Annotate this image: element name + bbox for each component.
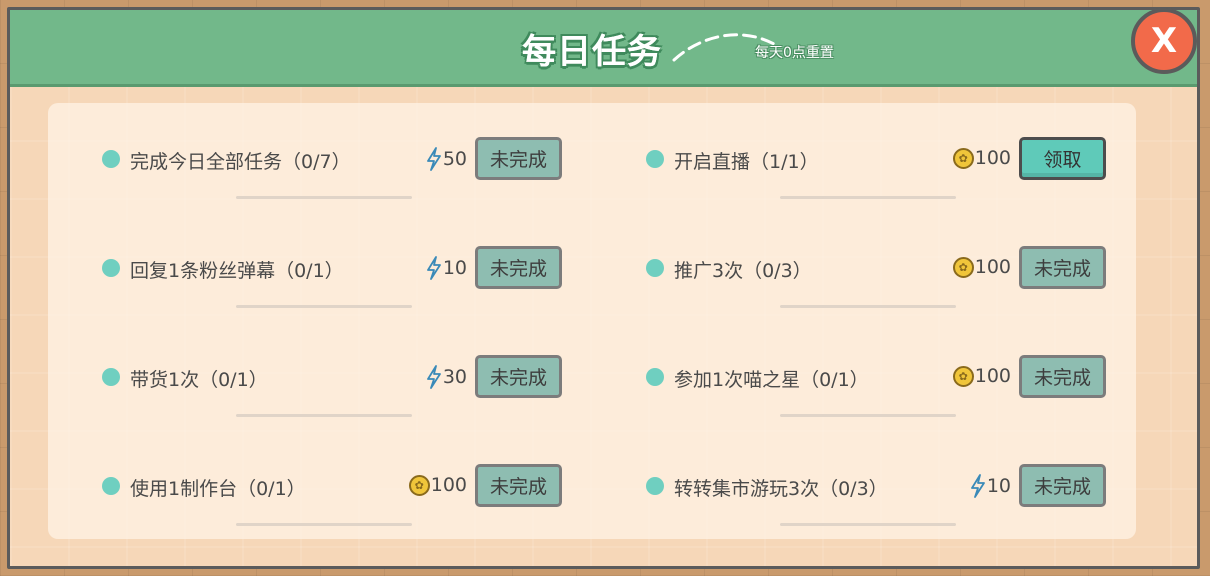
- task-reward: 30: [426, 365, 467, 389]
- task-label: 转转集市游玩3次（0/3）: [674, 478, 888, 500]
- task-status-button[interactable]: 未完成: [475, 246, 562, 289]
- progress-line: [780, 196, 956, 199]
- task-reward: 10: [426, 256, 467, 280]
- reward-amount: 50: [442, 148, 467, 170]
- energy-bolt-icon: [426, 147, 441, 171]
- panel-header: 每日任务 每天0点重置: [10, 10, 1197, 87]
- progress-line: [236, 305, 412, 308]
- bullet-dot-icon: [646, 477, 664, 495]
- task-label: 完成今日全部任务（0/7）: [130, 151, 351, 173]
- task-reward: ✿ 100: [952, 256, 1011, 278]
- energy-bolt-icon: [426, 365, 441, 389]
- reward-amount: 30: [442, 366, 467, 388]
- task-reward: 50: [426, 147, 467, 171]
- close-button[interactable]: X: [1131, 8, 1197, 74]
- task-item: 带货1次（0/1） 30 未完成: [102, 355, 562, 417]
- reward-amount: 10: [986, 475, 1011, 497]
- task-label: 回复1条粉丝弹幕（0/1）: [130, 260, 344, 282]
- claim-button[interactable]: 领取: [1019, 137, 1106, 180]
- coin-icon: ✿: [952, 147, 974, 169]
- panel-title: 每日任务: [522, 32, 662, 72]
- task-item: 使用1制作台（0/1） ✿ 100 未完成: [102, 464, 562, 526]
- reward-amount: 100: [974, 365, 1011, 387]
- bullet-dot-icon: [102, 477, 120, 495]
- task-status-button[interactable]: 未完成: [475, 137, 562, 180]
- bullet-dot-icon: [102, 150, 120, 168]
- bullet-dot-icon: [102, 368, 120, 386]
- task-label: 开启直播（1/1）: [674, 151, 819, 173]
- daily-tasks-panel: 每日任务 每天0点重置 完成今日全部任务（0/7） 50 未完成 开启直播（1/…: [7, 7, 1200, 569]
- progress-line: [236, 523, 412, 526]
- task-status-button[interactable]: 未完成: [1019, 355, 1106, 398]
- task-label: 推广3次（0/3）: [674, 260, 812, 282]
- task-item: 完成今日全部任务（0/7） 50 未完成: [102, 137, 562, 199]
- task-reward: ✿ 100: [952, 365, 1011, 387]
- reward-amount: 10: [442, 257, 467, 279]
- bullet-dot-icon: [646, 150, 664, 168]
- task-list: 完成今日全部任务（0/7） 50 未完成 开启直播（1/1） ✿ 100 领取 …: [48, 103, 1136, 539]
- energy-bolt-icon: [970, 474, 985, 498]
- task-item: 推广3次（0/3） ✿ 100 未完成: [646, 246, 1106, 308]
- progress-line: [780, 305, 956, 308]
- reset-note: 每天0点重置: [755, 45, 834, 61]
- progress-line: [780, 523, 956, 526]
- bullet-dot-icon: [102, 259, 120, 277]
- task-item: 转转集市游玩3次（0/3） 10 未完成: [646, 464, 1106, 526]
- task-reward: ✿ 100: [408, 474, 467, 496]
- task-item: 回复1条粉丝弹幕（0/1） 10 未完成: [102, 246, 562, 308]
- task-item: 开启直播（1/1） ✿ 100 领取: [646, 137, 1106, 199]
- task-label: 使用1制作台（0/1）: [130, 478, 306, 500]
- coin-icon: ✿: [952, 365, 974, 387]
- energy-bolt-icon: [426, 256, 441, 280]
- task-label: 参加1次喵之星（0/1）: [674, 369, 869, 391]
- task-item: 参加1次喵之星（0/1） ✿ 100 未完成: [646, 355, 1106, 417]
- task-reward: 10: [970, 474, 1011, 498]
- task-status-button[interactable]: 未完成: [1019, 464, 1106, 507]
- bullet-dot-icon: [646, 368, 664, 386]
- bullet-dot-icon: [646, 259, 664, 277]
- reward-amount: 100: [430, 474, 467, 496]
- progress-line: [236, 414, 412, 417]
- reward-amount: 100: [974, 256, 1011, 278]
- progress-line: [780, 414, 956, 417]
- task-label: 带货1次（0/1）: [130, 369, 268, 391]
- task-status-button[interactable]: 未完成: [475, 464, 562, 507]
- task-status-button[interactable]: 未完成: [475, 355, 562, 398]
- coin-icon: ✿: [952, 256, 974, 278]
- task-reward: ✿ 100: [952, 147, 1011, 169]
- progress-line: [236, 196, 412, 199]
- coin-icon: ✿: [408, 474, 430, 496]
- task-status-button[interactable]: 未完成: [1019, 246, 1106, 289]
- reward-amount: 100: [974, 147, 1011, 169]
